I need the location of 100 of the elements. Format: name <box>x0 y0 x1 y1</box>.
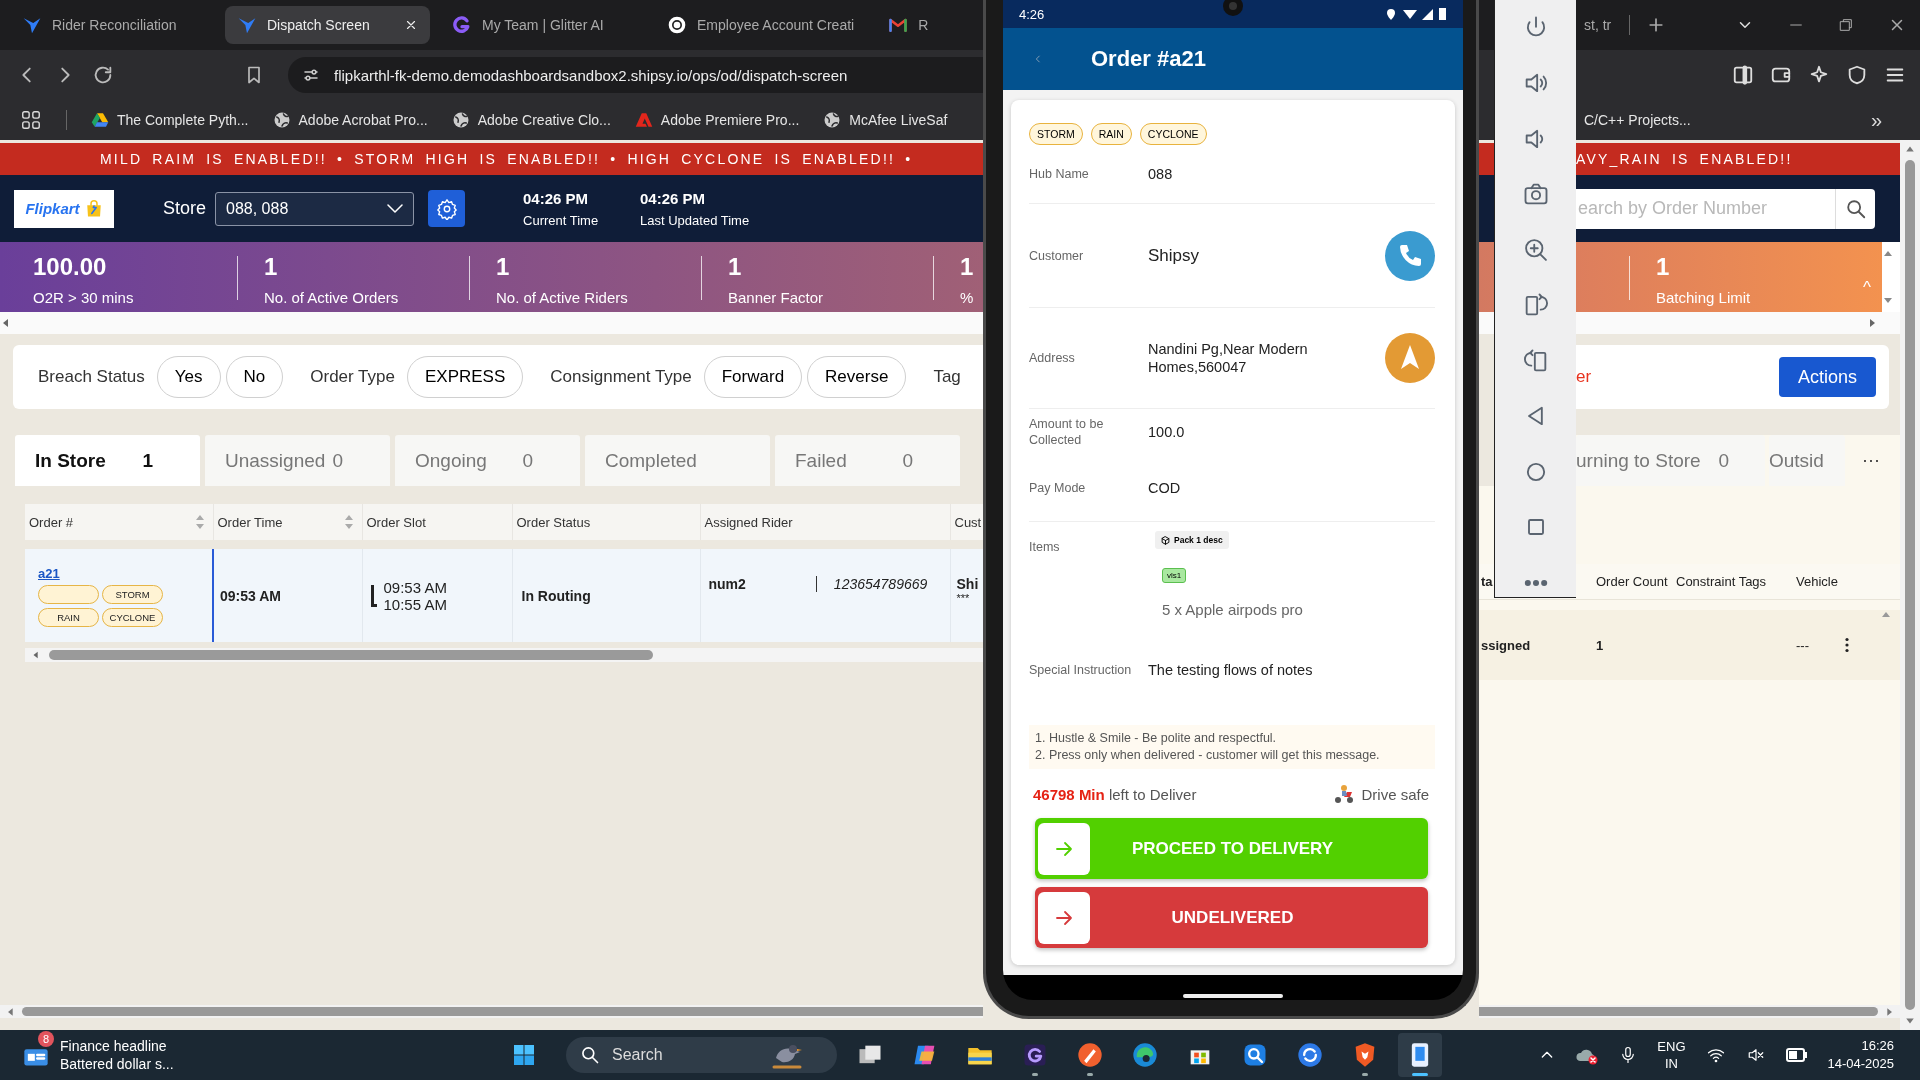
filter-chip[interactable]: Forward <box>703 356 803 398</box>
browser-tab[interactable]: Employee Account Creati <box>655 6 867 44</box>
wifi-icon[interactable] <box>1705 1046 1726 1064</box>
bookmark[interactable]: McAfee LiveSaf <box>823 111 948 129</box>
address-bar[interactable]: flipkarthl-fk-demo.demodashboardsandbox2.shipsy.io/ops/od/dispatch-screen <box>288 57 983 93</box>
horizontal-scrollbar[interactable] <box>25 648 983 662</box>
globe-icon <box>823 111 842 129</box>
column-header[interactable]: Order Count <box>1596 574 1668 589</box>
shield-icon[interactable] <box>1846 64 1868 86</box>
call-button[interactable] <box>1385 230 1435 281</box>
column-header[interactable]: Order Time <box>213 504 362 540</box>
widget-text: Battered dollar s... <box>60 1055 174 1073</box>
bookmark[interactable]: The Complete Pyth... <box>91 111 249 129</box>
bookmark[interactable]: Adobe Creative Clo... <box>451 111 611 129</box>
more-tabs-button[interactable]: ··· <box>1862 450 1880 471</box>
status-tab[interactable]: Unassigned 0 <box>205 435 390 486</box>
search-button[interactable] <box>1835 188 1875 229</box>
metric-label: % <box>960 289 974 306</box>
search-field[interactable]: earch by Order Number <box>1576 188 1835 229</box>
bookmark[interactable]: Adobe Acrobat Pro... <box>272 111 428 129</box>
filter-chip[interactable]: Reverse <box>807 356 907 398</box>
time-label: Last Updated Time <box>640 212 751 228</box>
status-tab[interactable]: In Store 1 <box>15 435 200 486</box>
alert-banner-text: MILD RAIM IS ENABLED!! • STORM HIGH IS ENABLED!! • HIGH CYCLONE IS ENABLED!! • <box>100 151 913 167</box>
reload-icon[interactable] <box>92 64 114 86</box>
status-tab[interactable]: Failed 0 <box>775 435 960 486</box>
column-header[interactable]: Order # <box>25 504 213 540</box>
browser-tab[interactable]: My Team | Glitter AI <box>440 6 645 44</box>
vertical-scrollbar[interactable] <box>1900 140 1920 1030</box>
globe-icon <box>272 111 291 129</box>
browser-tab[interactable]: R <box>876 6 941 44</box>
kebab-menu-icon[interactable] <box>1844 637 1850 653</box>
column-header[interactable]: Order Slot <box>362 504 512 540</box>
filter-chip[interactable]: Yes <box>156 356 221 398</box>
logo-text: Flipkart <box>25 200 80 217</box>
status-tab[interactable]: urning to Store 0 <box>1576 435 1765 486</box>
bookmarks-overflow-button[interactable]: » <box>1870 108 1882 132</box>
browser-tab[interactable]: st, tr <box>1580 6 1616 44</box>
search-input[interactable]: Search <box>610 1045 760 1065</box>
slot-bracket <box>370 584 377 607</box>
taskbar-app[interactable] <box>1398 1033 1442 1077</box>
column-header[interactable]: Order Status <box>512 504 700 540</box>
language-indicator[interactable]: ENG IN <box>1657 1038 1686 1072</box>
filter-chip[interactable]: No <box>225 356 284 398</box>
globe-icon <box>451 111 470 129</box>
scooter-icon <box>1333 784 1356 804</box>
rider-phone: 123654789669 <box>833 575 928 592</box>
sync-icon <box>1296 1041 1324 1069</box>
sort-icon <box>343 514 354 530</box>
arrow-up-icon <box>1904 144 1916 154</box>
column-header[interactable]: Vehicle <box>1796 574 1838 589</box>
settings-button[interactable] <box>428 190 466 227</box>
rider-name: num2 <box>708 575 746 592</box>
column-header[interactable]: Cust <box>950 504 983 540</box>
horizontal-scrollbar[interactable] <box>1479 1005 1900 1018</box>
horizontal-scrollbar[interactable] <box>0 1005 983 1018</box>
start-icon[interactable] <box>512 1043 536 1067</box>
column-header[interactable]: ta <box>1481 574 1493 589</box>
apps-icon[interactable] <box>20 109 42 131</box>
battery-icon[interactable] <box>1785 1048 1808 1062</box>
tag: RAIN <box>38 607 99 627</box>
clear-link[interactable]: er <box>1576 367 1592 387</box>
arrow-right-icon <box>1884 1006 1894 1017</box>
customer-phone: *** <box>955 591 971 604</box>
filter-label: Breach Status <box>38 367 145 387</box>
notification-badge: 8 <box>38 1031 54 1047</box>
metric-label: Banner Factor <box>728 289 825 306</box>
bookmark[interactable]: C/C++ Projects... <box>1584 112 1691 128</box>
clock[interactable]: 16:26 14-04-2025 <box>1827 1037 1894 1073</box>
close-tab-icon[interactable] <box>404 18 418 32</box>
sidebar-icon[interactable] <box>1732 64 1754 86</box>
column-header[interactable]: Constraint Tags <box>1676 574 1767 589</box>
status-icons-drawing <box>1387 7 1447 21</box>
restore-icon[interactable] <box>1838 17 1854 33</box>
field-label: Address <box>1029 350 1076 366</box>
chevron-down-icon <box>387 204 404 213</box>
metric-label: No. of Active Riders <box>496 289 629 306</box>
status-tab[interactable]: Completed <box>585 435 770 486</box>
browser-tab[interactable]: Rider Reconciliation <box>10 6 215 44</box>
metric-value: 1 <box>960 253 974 281</box>
field-label: Hub Name <box>1029 166 1090 182</box>
field-value: Nandini Pg,Near Modern Homes,560047 <box>1148 340 1309 376</box>
field-value: 100.0 <box>1148 423 1185 441</box>
tag: STORM <box>102 584 163 604</box>
search-bar[interactable]: Search <box>566 1037 837 1073</box>
bag-icon <box>84 198 103 219</box>
field-label: Pay Mode <box>1029 480 1087 496</box>
browser-tab[interactable]: Dispatch Screen <box>225 6 430 44</box>
store-select[interactable]: 088, 088 <box>215 191 415 226</box>
actions-button[interactable]: Actions <box>1779 357 1876 397</box>
status-tab[interactable]: Ongoing 0 <box>395 435 580 486</box>
undelivered-button[interactable]: UNDELIVERED <box>1035 887 1428 948</box>
column-header[interactable]: Assigned Rider <box>700 504 950 540</box>
bookmark[interactable]: Adobe Premiere Pro... <box>634 111 800 129</box>
app-icon <box>667 15 687 35</box>
order-link[interactable]: a21 <box>38 565 60 581</box>
customer-name: Shi <box>955 575 980 592</box>
filter-chip[interactable]: EXPRESS <box>407 356 524 398</box>
status-tab[interactable]: Outsid <box>1769 435 1845 486</box>
search-icon <box>1844 197 1867 220</box>
